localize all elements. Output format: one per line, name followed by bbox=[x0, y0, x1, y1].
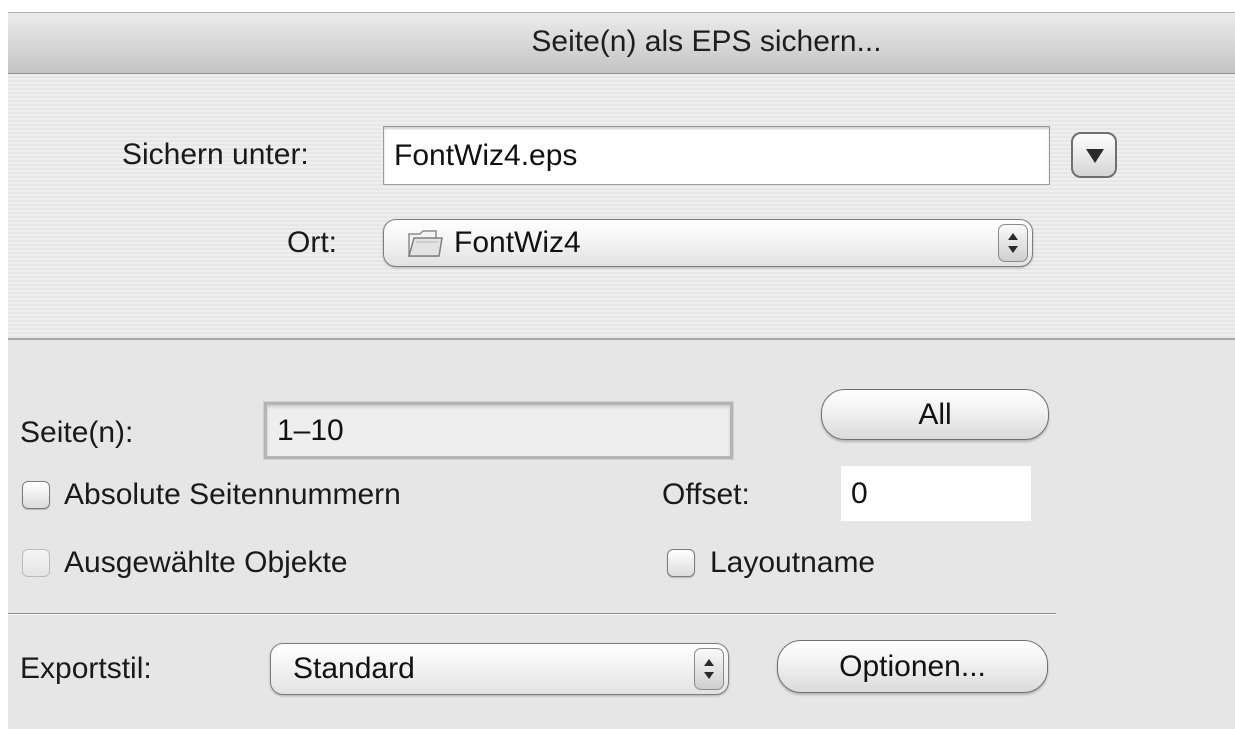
up-down-arrows-icon bbox=[1008, 233, 1018, 253]
window-top-edge bbox=[8, 0, 1235, 12]
offset-input[interactable]: 0 bbox=[841, 466, 1031, 521]
popup-arrows bbox=[694, 648, 724, 690]
export-style-label: Exportstil: bbox=[20, 652, 152, 685]
selected-objects-label: Ausgewählte Objekte bbox=[64, 546, 348, 579]
save-location-panel: Sichern unter: FontWiz4.eps Ort: FontWiz… bbox=[8, 74, 1235, 340]
filename-input[interactable]: FontWiz4.eps bbox=[383, 126, 1050, 185]
layoutname-checkbox[interactable] bbox=[667, 549, 695, 577]
selected-objects-checkbox[interactable] bbox=[22, 549, 50, 577]
pages-label: Seite(n): bbox=[20, 416, 134, 449]
all-button[interactable]: All bbox=[821, 389, 1049, 440]
save-eps-dialog: Seite(n) als EPS sichern... Sichern unte… bbox=[8, 0, 1235, 729]
popup-arrows bbox=[998, 224, 1028, 262]
folder-icon bbox=[408, 230, 443, 257]
expand-browser-button[interactable] bbox=[1071, 132, 1117, 178]
absolute-pages-label: Absolute Seitennummern bbox=[64, 478, 401, 511]
export-style-popup[interactable]: Standard bbox=[270, 643, 729, 695]
options-button[interactable]: Optionen... bbox=[777, 640, 1048, 693]
disclosure-triangle-down-icon bbox=[1086, 149, 1104, 163]
location-popup[interactable]: FontWiz4 bbox=[383, 219, 1033, 267]
location-label: Ort: bbox=[287, 226, 337, 259]
dialog-title: Seite(n) als EPS sichern... bbox=[531, 25, 882, 58]
absolute-pages-checkbox[interactable] bbox=[22, 481, 50, 509]
options-separator bbox=[8, 613, 1056, 615]
save-as-label: Sichern unter: bbox=[122, 138, 309, 171]
up-down-arrows-icon bbox=[704, 659, 714, 679]
layoutname-label: Layoutname bbox=[710, 546, 876, 579]
pages-input[interactable]: 1–10 bbox=[264, 402, 733, 459]
location-value: FontWiz4 bbox=[454, 226, 581, 259]
title-bar: Seite(n) als EPS sichern... bbox=[8, 12, 1235, 74]
offset-label: Offset: bbox=[662, 478, 750, 511]
export-style-value: Standard bbox=[293, 652, 415, 685]
